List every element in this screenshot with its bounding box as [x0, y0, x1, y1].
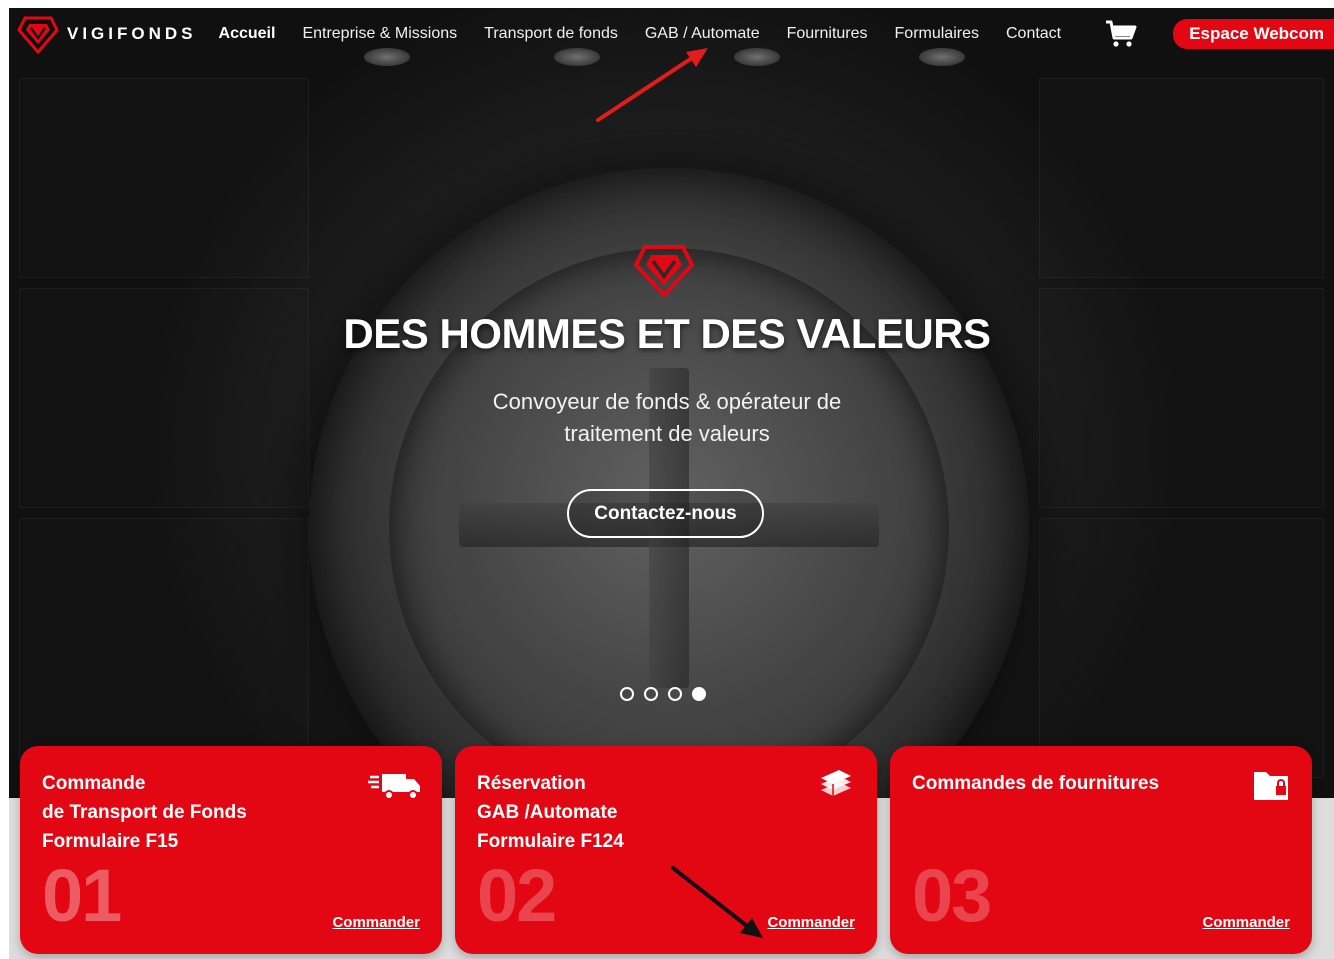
card-commandes-fournitures: Commandes de fournitures 03 Commander — [890, 746, 1312, 954]
nav-link-gab-automate[interactable]: GAB / Automate — [645, 25, 760, 43]
nav-links: Accueil Entreprise & Missions Transport … — [219, 25, 1089, 43]
cart-icon[interactable] — [1104, 19, 1138, 49]
card-title-line: Formulaire F124 — [477, 831, 624, 852]
card-number: 01 — [42, 854, 122, 937]
delivery-truck-icon — [368, 774, 420, 800]
carousel-dot-2[interactable] — [644, 687, 658, 701]
card-number: 03 — [912, 854, 992, 937]
commander-link-f124[interactable]: Commander — [767, 914, 855, 931]
carousel-dot-4[interactable] — [692, 687, 706, 701]
carousel-dot-3[interactable] — [668, 687, 682, 701]
card-reservation-gab: Réservation GAB /Automate Formulaire F12… — [455, 746, 877, 954]
vigifonds-logo-icon — [17, 16, 59, 54]
hero-subtitle: Convoyeur de fonds & opérateur de traite… — [492, 389, 842, 446]
nav-link-contact[interactable]: Contact — [1006, 25, 1061, 43]
contact-us-button[interactable]: Contactez-nous — [567, 489, 764, 538]
nav-link-transport-de-fonds[interactable]: Transport de fonds — [484, 25, 618, 43]
nav-link-formulaires[interactable]: Formulaires — [895, 25, 979, 43]
card-title-line: Formulaire F15 — [42, 831, 179, 852]
hero-logo-icon — [633, 245, 695, 297]
card-title-line: de Transport de Fonds — [42, 802, 247, 823]
card-title: Réservation GAB /Automate Formulaire F12… — [477, 769, 624, 856]
card-title-line: Commandes de fournitures — [912, 773, 1160, 794]
brand-name: VIGIFONDS — [67, 24, 197, 43]
nav-link-fournitures[interactable]: Fournitures — [787, 25, 868, 43]
hero-title: DES HOMMES ET DES VALEURS — [343, 310, 991, 357]
carousel-dot-1[interactable] — [620, 687, 634, 701]
nav-link-entreprise-missions[interactable]: Entreprise & Missions — [302, 25, 457, 43]
commander-link-fournitures[interactable]: Commander — [1202, 914, 1290, 931]
locked-folder-icon — [1254, 772, 1288, 800]
card-transport-de-fonds: Commande de Transport de Fonds Formulair… — [20, 746, 442, 954]
card-title-line: Commande — [42, 773, 146, 794]
espace-webcom-button[interactable]: Espace Webcom — [1173, 19, 1334, 49]
card-title-line: Réservation — [477, 773, 586, 794]
carousel-dots — [620, 687, 716, 701]
site-logo[interactable]: VIGIFONDS — [17, 14, 197, 54]
nav-link-accueil[interactable]: Accueil — [219, 25, 276, 43]
cash-stack-icon — [821, 770, 851, 800]
commander-link-f15[interactable]: Commander — [332, 914, 420, 931]
card-title: Commande de Transport de Fonds Formulair… — [42, 769, 247, 856]
card-number: 02 — [477, 854, 557, 937]
card-title: Commandes de fournitures — [912, 769, 1159, 798]
card-title-line: GAB /Automate — [477, 802, 618, 823]
main-navigation: VIGIFONDS Accueil Entreprise & Missions … — [9, 8, 1334, 60]
